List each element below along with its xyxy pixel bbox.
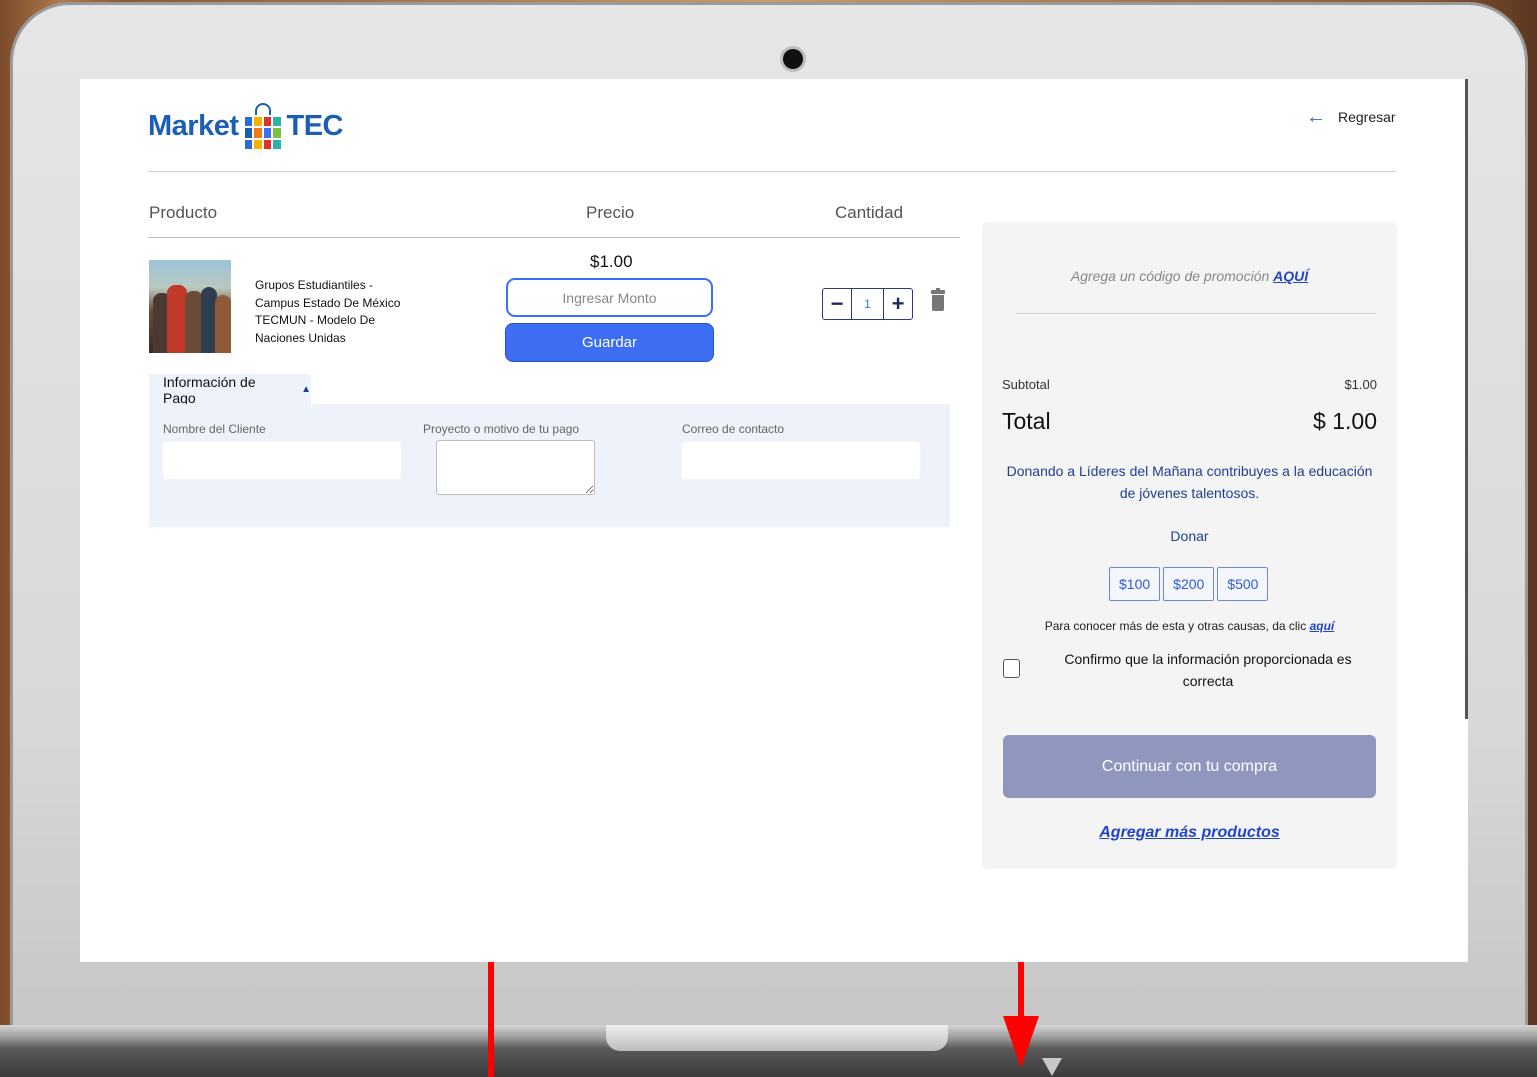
page-scrollbar[interactable] [1465, 79, 1468, 719]
project-reason-label: Proyecto o motivo de tu pago [423, 422, 580, 436]
donate-100-button[interactable]: $100 [1109, 567, 1161, 601]
logo-tile [244, 139, 252, 149]
back-link[interactable]: ← Regresar [1306, 107, 1396, 127]
payment-info-label: Información de Pago [163, 373, 256, 406]
contact-email-label: Correo de contacto [682, 422, 785, 436]
logo-tile [263, 128, 271, 138]
logo-tile [254, 128, 262, 138]
project-reason-field[interactable] [436, 440, 595, 495]
order-summary: Agrega un código de promoción AQUÍ Subto… [982, 222, 1397, 869]
promo-code-prompt: Agrega un código de promoción AQUÍ [982, 268, 1397, 284]
total-value: $ 1.00 [1313, 408, 1377, 434]
logo-tile [244, 128, 252, 138]
customer-name-field[interactable] [162, 441, 402, 480]
logo-text-tec: TEC [286, 109, 344, 142]
logo-tile [254, 117, 262, 127]
markettec-logo[interactable]: Market TEC [148, 101, 343, 151]
quantity-stepper[interactable]: − 1 + [822, 288, 913, 320]
webcam-icon [783, 49, 803, 69]
arrow-left-icon: ← [1306, 106, 1326, 128]
logo-tile [254, 139, 262, 149]
logo-tile [263, 117, 271, 127]
shopping-bag-icon [243, 103, 283, 149]
back-label: Regresar [1338, 109, 1396, 125]
donate-title: Donar [1170, 528, 1209, 544]
column-header-price: Precio [586, 203, 635, 222]
annotation-line-left [488, 962, 494, 1077]
customer-name-label: Nombre del Cliente [163, 422, 266, 436]
amount-input[interactable] [506, 278, 713, 317]
logo-tile [273, 117, 281, 127]
donation-options: $100 $200 $500 [1109, 567, 1269, 601]
logo-tile [273, 128, 281, 138]
payment-info-toggle[interactable]: Información de Pago ▲ [149, 373, 311, 406]
product-name: Grupos Estudiantiles - Campus Estado De … [255, 278, 401, 345]
logo-tile [263, 139, 271, 149]
continue-purchase-button[interactable]: Continuar con tu compra [1003, 735, 1376, 798]
subtotal-label: Subtotal [1002, 377, 1050, 392]
promo-text: Agrega un código de promoción [1070, 268, 1270, 284]
total-label: Total [1002, 408, 1051, 434]
column-header-quantity: Cantidad [835, 203, 904, 222]
causes-note: Para conocer más de esta y otras causas,… [982, 619, 1397, 633]
header-divider [148, 171, 1396, 172]
causes-link[interactable]: aquí [1310, 619, 1335, 633]
contact-email-field[interactable] [681, 441, 921, 480]
save-button[interactable]: Guardar [505, 323, 714, 362]
product-price: $1.00 [590, 252, 633, 271]
minus-icon[interactable]: − [823, 289, 851, 319]
browser-viewport: Market TEC ← Regresar Producto Precio Ca… [80, 79, 1468, 962]
column-header-product: Producto [149, 203, 218, 222]
add-more-products-link[interactable]: Agregar más productos [982, 824, 1397, 842]
donate-200-button[interactable]: $200 [1163, 567, 1215, 601]
annotation-arrow-down-icon [1003, 1016, 1039, 1068]
causes-text: Para conocer más de esta y otras causas,… [1044, 619, 1307, 633]
product-image [149, 260, 231, 353]
table-divider [148, 237, 960, 238]
quantity-value[interactable]: 1 [851, 289, 884, 319]
promo-code-link[interactable]: AQUÍ [1273, 268, 1308, 284]
laptop-hinge [606, 1025, 948, 1051]
confirm-label: Confirmo que la información proporcionad… [1064, 651, 1352, 689]
payment-info-panel: Nombre del Cliente Proyecto o motivo de … [149, 404, 950, 527]
promo-divider [1016, 313, 1376, 314]
caret-up-icon: ▲ [301, 384, 311, 395]
donation-message: Donando a Líderes del Mañana contribuyes… [1006, 463, 1373, 501]
trash-icon[interactable] [931, 288, 945, 312]
annotation-line-right [1018, 962, 1024, 1022]
plus-icon[interactable]: + [884, 289, 912, 319]
cursor-icon [1042, 1058, 1062, 1076]
donate-500-button[interactable]: $500 [1217, 567, 1269, 601]
subtotal-value: $1.00 [1344, 377, 1377, 392]
logo-text-market: Market [148, 109, 239, 142]
logo-tile [244, 117, 252, 127]
logo-tile [273, 139, 281, 149]
confirm-checkbox[interactable] [1003, 659, 1020, 678]
